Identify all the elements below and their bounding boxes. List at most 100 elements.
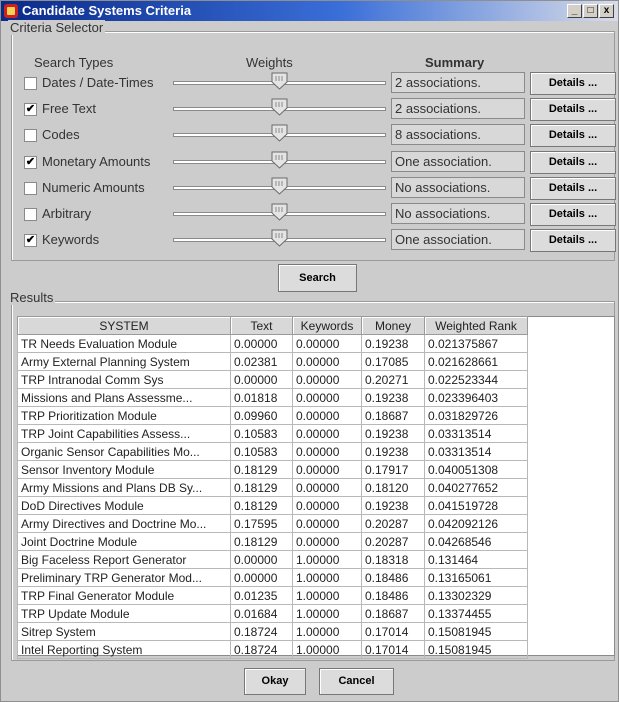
table-row[interactable]: Big Faceless Report Generator 0.00000 1.00… [17, 550, 528, 569]
cell-weighted-rank: 0.03313514 [424, 424, 528, 443]
table-row[interactable]: DoD Directives Module 0.18129 0.00000 0.192… [17, 496, 528, 515]
summary-field: No associations. [391, 203, 525, 224]
table-row[interactable]: Joint Doctrine Module 0.18129 0.00000 0.202… [17, 532, 528, 551]
cell-money: 0.18486 [361, 586, 425, 605]
slider-thumb-icon[interactable] [271, 203, 288, 221]
criteria-checkbox[interactable] [24, 181, 37, 195]
results-title: Results [8, 290, 56, 305]
table-row[interactable]: TRP Update Module 0.01684 1.00000 0.18687 0.… [17, 604, 528, 623]
cell-money: 0.19238 [361, 388, 425, 407]
criteria-checkbox[interactable]: ✔ [24, 234, 37, 248]
column-header-keywords[interactable]: Keywords [292, 316, 362, 335]
cell-text: 0.01684 [230, 604, 293, 623]
minimize-button[interactable]: _ [567, 4, 582, 18]
cell-system: Army Directives and Doctrine Mo... [17, 514, 231, 533]
cell-money: 0.20287 [361, 514, 425, 533]
cell-text: 0.00000 [230, 568, 293, 587]
criteria-row: Dates / Date-Times 2 associations. Details… [1, 72, 619, 95]
criteria-checkbox[interactable]: ✔ [24, 103, 37, 117]
cell-text: 0.18129 [230, 460, 293, 479]
criteria-checkbox[interactable] [24, 77, 37, 90]
details-button[interactable]: Details ... [530, 229, 616, 253]
summary-field: 2 associations. [391, 72, 525, 93]
summary-field: One association. [391, 229, 525, 251]
table-row[interactable]: Organic Sensor Capabilities Mo... 0.10583… [17, 442, 528, 461]
details-button[interactable]: Details ... [530, 203, 616, 226]
cell-text: 0.10583 [230, 442, 293, 461]
table-row[interactable]: Sitrep System 0.18724 1.00000 0.17014 0.1508… [17, 622, 528, 641]
criteria-label: Free Text [42, 101, 96, 117]
details-button[interactable]: Details ... [530, 176, 616, 200]
results-table: SYSTEM Text Keywords Money Weighted Rank… [17, 316, 528, 659]
column-header-weighted-rank[interactable]: Weighted Rank [424, 316, 528, 335]
table-row[interactable]: TRP Final Generator Module 0.01235 1.00000… [17, 586, 528, 605]
criteria-label: Dates / Date-Times [42, 75, 154, 90]
table-row[interactable]: TR Needs Evaluation Module 0.00000 0.00000… [17, 334, 528, 353]
column-header-text[interactable]: Text [230, 316, 293, 335]
close-button[interactable]: x [599, 4, 614, 18]
cell-money: 0.20271 [361, 370, 425, 389]
table-row[interactable]: Army Missions and Plans DB Sy... 0.18129 0… [17, 478, 528, 497]
cell-weighted-rank: 0.021628661 [424, 352, 528, 371]
table-row[interactable]: Intel Reporting System 0.18724 1.00000 0.17… [17, 640, 528, 659]
table-row[interactable]: Missions and Plans Assessme... 0.01818 0.0… [17, 388, 528, 407]
cell-system: TRP Joint Capabilities Assess... [17, 424, 231, 443]
slider-thumb-icon[interactable] [271, 98, 288, 116]
criteria-checkbox[interactable] [24, 129, 37, 143]
cell-money: 0.18687 [361, 604, 425, 623]
table-row[interactable]: Sensor Inventory Module 0.18129 0.00000 0.1… [17, 460, 528, 479]
weights-header: Weights [246, 55, 293, 70]
cell-weighted-rank: 0.023396403 [424, 388, 528, 407]
cell-keywords: 1.00000 [292, 550, 362, 569]
table-row[interactable]: Army Directives and Doctrine Mo... 0.1759… [17, 514, 528, 533]
slider-thumb-icon[interactable] [271, 177, 288, 195]
details-button[interactable]: Details ... [530, 98, 616, 122]
cell-text: 0.01235 [230, 586, 293, 605]
column-header-money[interactable]: Money [361, 316, 425, 335]
cell-money: 0.17085 [361, 352, 425, 371]
cell-weighted-rank: 0.040051308 [424, 460, 528, 479]
criteria-checkbox[interactable] [24, 208, 37, 221]
title-bar[interactable]: Candidate Systems Criteria _ □ x [1, 1, 618, 21]
column-header-system[interactable]: SYSTEM [17, 316, 231, 335]
cell-keywords: 0.00000 [292, 334, 362, 353]
criteria-row: ✔ Monetary Amounts One association. Details… [1, 150, 619, 174]
cell-weighted-rank: 0.022523344 [424, 370, 528, 389]
maximize-button[interactable]: □ [583, 4, 598, 18]
criteria-row: Codes 8 associations. Details ... [1, 124, 619, 148]
details-button[interactable]: Details ... [530, 150, 616, 174]
details-button[interactable]: Details ... [530, 124, 616, 148]
slider-thumb-icon[interactable] [271, 124, 288, 143]
details-button[interactable]: Details ... [530, 72, 616, 95]
cell-money: 0.19238 [361, 334, 425, 353]
cell-keywords: 1.00000 [292, 586, 362, 605]
table-row[interactable]: Army External Planning System 0.02381 0.00… [17, 352, 528, 371]
cell-money: 0.20287 [361, 532, 425, 551]
cell-system: Big Faceless Report Generator [17, 550, 231, 569]
cell-weighted-rank: 0.13374455 [424, 604, 528, 623]
slider-thumb-icon[interactable] [271, 229, 288, 247]
cell-system: TRP Final Generator Module [17, 586, 231, 605]
table-row[interactable]: Preliminary TRP Generator Mod... 0.00000 1… [17, 568, 528, 587]
cell-weighted-rank: 0.042092126 [424, 514, 528, 533]
slider-thumb-icon[interactable] [271, 151, 288, 169]
table-row[interactable]: TRP Intranodal Comm Sys 0.00000 0.00000 0.2… [17, 370, 528, 389]
summary-field: 2 associations. [391, 98, 525, 120]
slider-thumb-icon[interactable] [271, 72, 288, 90]
cell-text: 0.17595 [230, 514, 293, 533]
cell-system: Organic Sensor Capabilities Mo... [17, 442, 231, 461]
okay-button[interactable]: Okay [244, 668, 306, 695]
cell-keywords: 1.00000 [292, 622, 362, 641]
cell-keywords: 0.00000 [292, 406, 362, 425]
search-button[interactable]: Search [278, 264, 357, 292]
cell-text: 0.18724 [230, 622, 293, 641]
cell-text: 0.10583 [230, 424, 293, 443]
cell-weighted-rank: 0.04268546 [424, 532, 528, 551]
criteria-label: Monetary Amounts [42, 153, 151, 169]
summary-field: One association. [391, 150, 525, 172]
table-row[interactable]: TRP Joint Capabilities Assess... 0.10583 0… [17, 424, 528, 443]
criteria-checkbox[interactable]: ✔ [24, 155, 37, 169]
cancel-button[interactable]: Cancel [319, 668, 394, 695]
table-row[interactable]: TRP Prioritization Module 0.09960 0.00000 0… [17, 406, 528, 425]
table-header-row: SYSTEM Text Keywords Money Weighted Rank [17, 316, 528, 335]
